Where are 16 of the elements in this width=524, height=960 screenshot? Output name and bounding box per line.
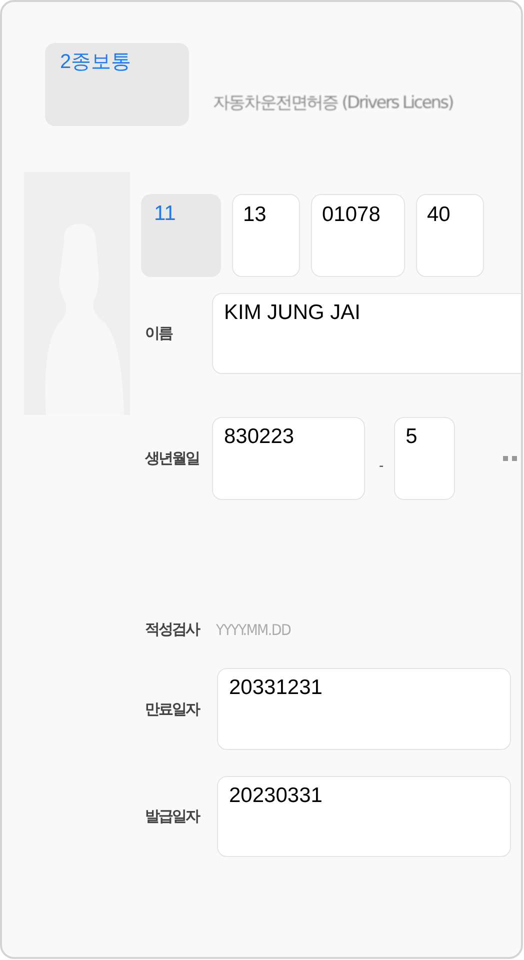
field-label: 이름 [145,324,174,343]
field-label: 생년월일 [145,449,200,468]
issue-date-field[interactable]: 20230331 [217,776,511,857]
field-label: 발급일자 [145,807,200,826]
license-number-field[interactable]: 01078 [311,194,405,277]
card-title: 자동차운전면허증 (Drivers Licens) [213,92,453,114]
expiry-date-field[interactable]: 20331231 [217,668,511,750]
field-label: 적성검사 [145,620,200,639]
birth-date-field[interactable]: 830223 [212,417,365,500]
id-digit-field[interactable]: 5 [394,417,455,500]
license-number-field[interactable]: 40 [416,194,484,277]
license-number-field[interactable]: 13 [232,194,300,277]
field-label: 만료일자 [145,700,200,718]
aptitude-date-field[interactable]: YYYY.MM.DD [216,620,366,638]
separator-text: - [379,456,384,472]
name-field[interactable]: KIM JUNG JAI [212,293,521,374]
